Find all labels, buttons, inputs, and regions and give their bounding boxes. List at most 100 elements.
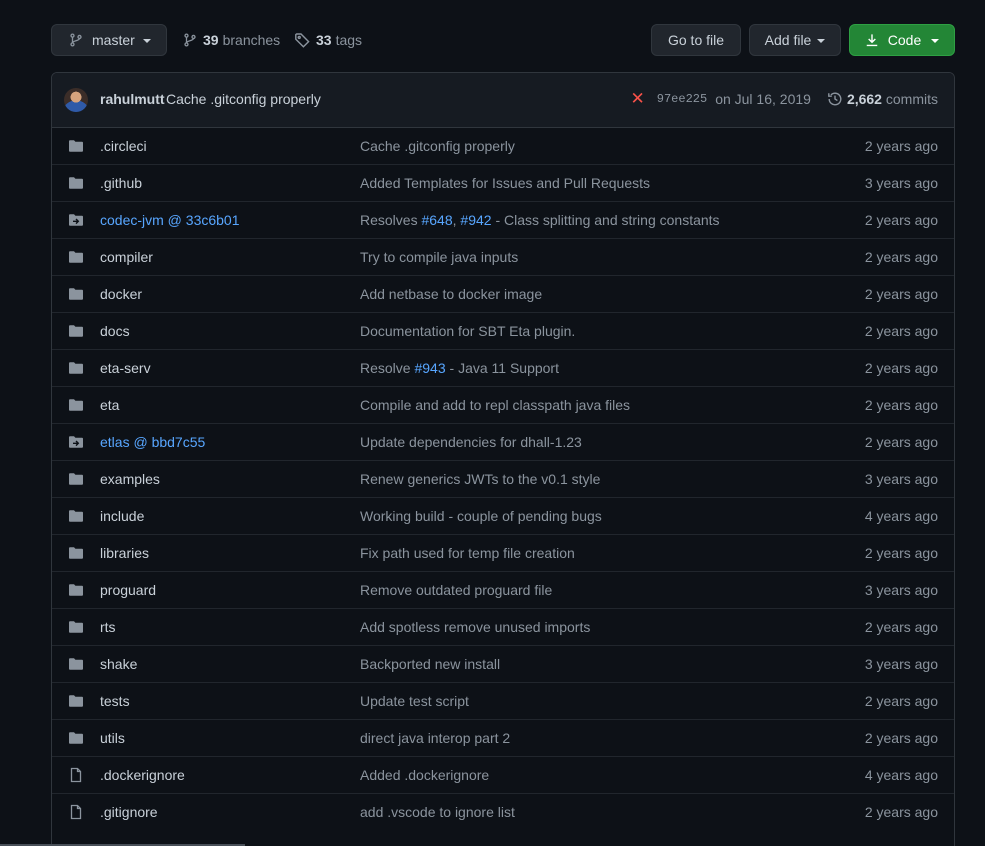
add-file-button[interactable]: Add file: [749, 24, 841, 56]
code-button[interactable]: Code: [849, 24, 955, 56]
file-name-link[interactable]: proguard: [100, 582, 156, 598]
commit-message-link[interactable]: Added .dockerignore: [360, 767, 489, 783]
file-name-link[interactable]: .github: [100, 175, 142, 191]
commit-message-text: Working build - couple of pending bugs: [360, 508, 602, 524]
commit-message-link[interactable]: Renew generics JWTs to the v0.1 style: [360, 471, 600, 487]
table-row[interactable]: tests Update test script 2 years ago: [52, 682, 954, 719]
commit-age: 3 years ago: [864, 656, 938, 672]
table-row[interactable]: rts Add spotless remove unused imports 2 y…: [52, 608, 954, 645]
commit-message[interactable]: Cache .gitconfig properly: [166, 91, 321, 107]
issue-reference-link[interactable]: #942: [460, 212, 491, 228]
table-row[interactable]: codec-jvm @ 33c6b01 Resolves #648, #942 -…: [52, 201, 954, 238]
branches-link[interactable]: 39 branches: [183, 24, 280, 56]
tags-label: tags: [335, 32, 363, 48]
table-row[interactable]: utils direct java interop part 2 2 years a…: [52, 719, 954, 756]
commit-age: 2 years ago: [864, 619, 938, 635]
commit-message-link[interactable]: Resolves #648, #942 - Class splitting an…: [360, 212, 720, 228]
commit-message-text: Compile and add to repl classpath java f…: [360, 397, 631, 413]
folder-icon: [68, 471, 84, 487]
table-row[interactable]: .gitignore add .vscode to ignore list 2 ye…: [52, 793, 954, 830]
branch-select-button[interactable]: master: [51, 24, 167, 56]
file-name-link[interactable]: utils: [100, 730, 125, 746]
commit-message-link[interactable]: Cache .gitconfig properly: [360, 138, 515, 154]
file-name-link[interactable]: libraries: [100, 545, 149, 561]
file-name-link[interactable]: examples: [100, 471, 160, 487]
file-name-link[interactable]: include: [100, 508, 144, 524]
file-name-link[interactable]: eta: [100, 397, 119, 413]
tags-link[interactable]: 33 tags: [294, 24, 362, 56]
commit-age: 3 years ago: [864, 175, 938, 191]
table-row[interactable]: examples Renew generics JWTs to the v0.1 …: [52, 460, 954, 497]
commits-link[interactable]: 2,662 commits: [847, 91, 938, 107]
file-name-link[interactable]: .gitignore: [100, 804, 158, 820]
commit-message-link[interactable]: Resolve #943 - Java 11 Support: [360, 360, 559, 376]
file-name-link[interactable]: docs: [100, 323, 130, 339]
go-to-file-button[interactable]: Go to file: [651, 24, 741, 56]
issue-reference-link[interactable]: #943: [414, 360, 445, 376]
commit-author[interactable]: rahulmutt: [100, 91, 165, 107]
file-name-link[interactable]: .dockerignore: [100, 767, 185, 783]
table-row[interactable]: etlas @ bbd7c55 Update dependencies for d…: [52, 423, 954, 460]
commit-message-link[interactable]: Try to compile java inputs: [360, 249, 518, 265]
commit-message-link[interactable]: Add spotless remove unused imports: [360, 619, 590, 635]
file-name-link[interactable]: compiler: [100, 249, 153, 265]
table-row[interactable]: docs Documentation for SBT Eta plugin. 2 y…: [52, 312, 954, 349]
table-row[interactable]: proguard Remove outdated proguard file 3 y…: [52, 571, 954, 608]
commit-message-link[interactable]: Remove outdated proguard file: [360, 582, 552, 598]
commit-message-link[interactable]: Working build - couple of pending bugs: [360, 508, 602, 524]
table-row[interactable]: .circleci Cache .gitconfig properly 2 year…: [52, 128, 954, 164]
commit-message-link[interactable]: Added Templates for Issues and Pull Requ…: [360, 175, 650, 191]
file-name-link[interactable]: .circleci: [100, 138, 147, 154]
table-row[interactable]: compiler Try to compile java inputs 2 year…: [52, 238, 954, 275]
commit-message-link[interactable]: Update test script: [360, 693, 469, 709]
file-name-link[interactable]: docker: [100, 286, 142, 302]
commit-message-text: add .vscode to ignore list: [360, 804, 515, 820]
file-name-link[interactable]: tests: [100, 693, 130, 709]
file-name-link[interactable]: codec-jvm @ 33c6b01: [100, 212, 240, 228]
file-name-link[interactable]: etlas @ bbd7c55: [100, 434, 205, 450]
commit-message-link[interactable]: Add netbase to docker image: [360, 286, 542, 302]
commit-message-text: Add spotless remove unused imports: [360, 619, 591, 635]
commit-message-link[interactable]: add .vscode to ignore list: [360, 804, 515, 820]
file-rows: .circleci Cache .gitconfig properly 2 year…: [52, 128, 954, 830]
x-icon[interactable]: ✕: [631, 90, 645, 107]
commit-age: 4 years ago: [864, 508, 938, 524]
avatar[interactable]: [64, 88, 88, 112]
table-row[interactable]: shake Backported new install 3 years ago: [52, 645, 954, 682]
commit-message-link[interactable]: Fix path used for temp file creation: [360, 545, 575, 561]
commit-age: 2 years ago: [864, 804, 938, 820]
table-row[interactable]: eta-serv Resolve #943 - Java 11 Support 2 …: [52, 349, 954, 386]
commit-details: ✕ 97ee225 on Jul 16, 2019 2,662 commits: [631, 90, 938, 107]
commit-age: 2 years ago: [864, 545, 938, 561]
file-name-link[interactable]: shake: [100, 656, 137, 672]
file-name-link[interactable]: eta-serv: [100, 360, 151, 376]
file-name-link[interactable]: rts: [100, 619, 116, 635]
commit-message-link[interactable]: Documentation for SBT Eta plugin.: [360, 323, 575, 339]
commit-message-text: Remove outdated proguard file: [360, 582, 553, 598]
commit-message-text: Fix path used for temp file creation: [360, 545, 575, 561]
folder-icon: [68, 286, 84, 302]
issue-reference-link[interactable]: #648: [421, 212, 452, 228]
commit-age: 2 years ago: [864, 434, 938, 450]
folder-icon: [68, 582, 84, 598]
chevron-down-icon: [142, 38, 151, 43]
commit-message-link[interactable]: direct java interop part 2: [360, 730, 510, 746]
submodule-icon: [68, 212, 84, 228]
tags-count: 33: [316, 32, 332, 48]
commit-message-link[interactable]: Backported new install: [360, 656, 500, 672]
table-row[interactable]: .github Added Templates for Issues and Pu…: [52, 164, 954, 201]
git-branch-icon: [183, 32, 197, 48]
commit-sha[interactable]: 97ee225: [657, 92, 707, 106]
commit-message-link[interactable]: Compile and add to repl classpath java f…: [360, 397, 630, 413]
table-row[interactable]: libraries Fix path used for temp file cre…: [52, 534, 954, 571]
table-row[interactable]: eta Compile and add to repl classpath jav…: [52, 386, 954, 423]
folder-icon: [68, 175, 84, 191]
table-row[interactable]: include Working build - couple of pending…: [52, 497, 954, 534]
repository-page: master 39 branches 33 tags Go to file Ad…: [0, 0, 985, 846]
table-row[interactable]: .dockerignore Added .dockerignore 4 years …: [52, 756, 954, 793]
latest-commit-bar: rahulmutt Cache .gitconfig properly ✕ 97…: [52, 73, 954, 128]
commit-message-link[interactable]: Update dependencies for dhall-1.23: [360, 434, 582, 450]
commit-age: 2 years ago: [864, 286, 938, 302]
table-row[interactable]: docker Add netbase to docker image 2 years…: [52, 275, 954, 312]
folder-icon: [68, 249, 84, 265]
